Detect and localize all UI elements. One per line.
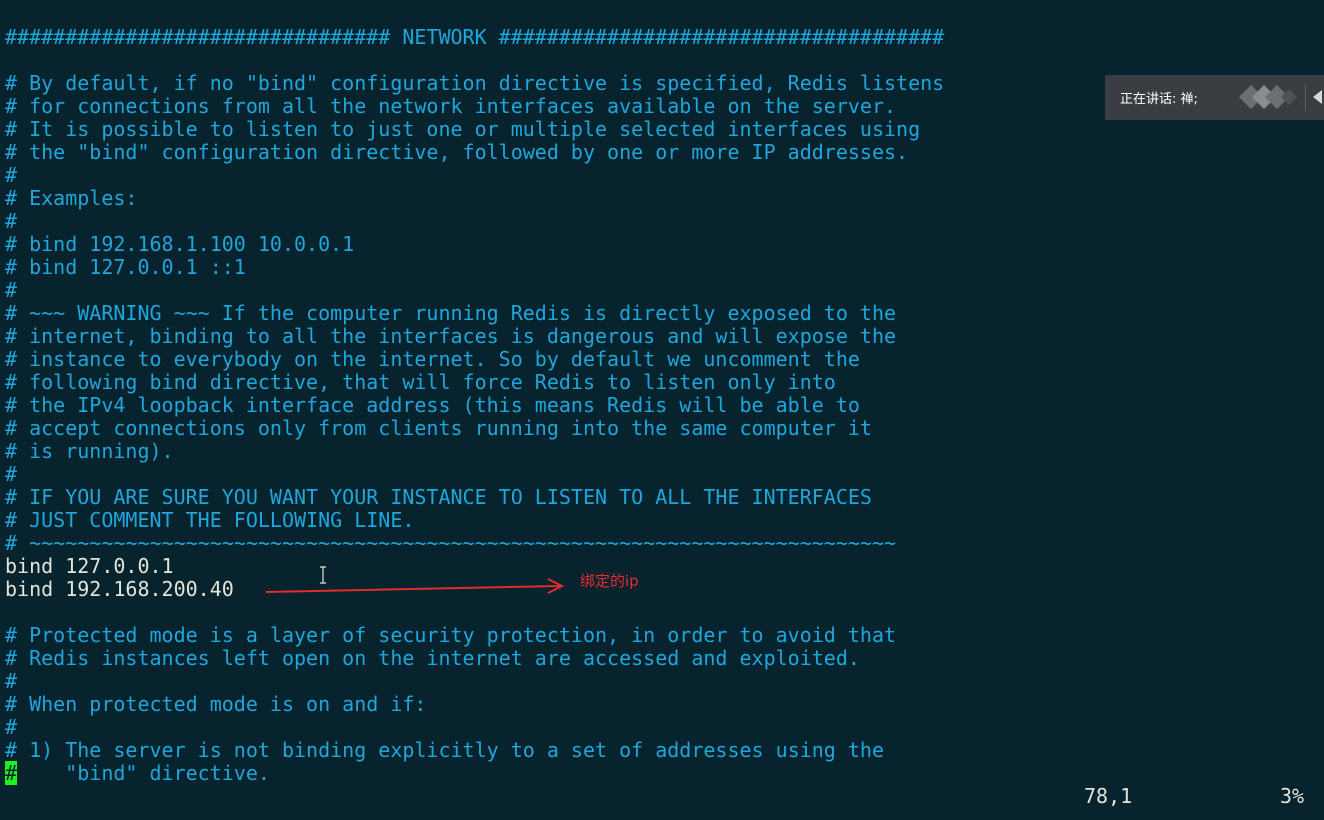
editor-line: # "bind" directive. (5, 761, 1095, 785)
editor-line: # JUST COMMENT THE FOLLOWING LINE. (5, 508, 415, 532)
editor-line: # 1) The server is not binding explicitl… (5, 738, 884, 762)
editor-line: # (5, 715, 18, 739)
editor-line: # (5, 462, 18, 486)
i-beam-cursor-icon (320, 566, 326, 584)
panel-divider (1305, 84, 1306, 111)
editor-line: # ~~~~~~~~~~~~~~~~~~~~~~~~~~~~~~~~~~~~~~… (5, 531, 897, 555)
cursor-position-indicator: 78,1 (1084, 784, 1133, 808)
editor-line: # the IPv4 loopback interface address (t… (5, 393, 860, 417)
voice-chat-speaking-panel: 正在讲话: 禅; (1105, 75, 1324, 120)
annotation-label: 绑定的ip (580, 572, 639, 590)
collapse-arrow-icon[interactable] (1310, 88, 1324, 106)
editor-line: # When protected mode is on and if: (5, 692, 427, 716)
editor-line: # (5, 163, 18, 187)
editor-line: # for connections from all the network i… (5, 94, 897, 118)
editor-line: # Protected mode is a layer of security … (5, 623, 897, 647)
red-arrow-annotation (265, 578, 565, 594)
editor-line: # Examples: (5, 186, 138, 210)
editor-line-text: "bind" directive. (17, 761, 270, 785)
editor-line: # instance to everybody on the internet.… (5, 347, 860, 371)
terminal-window[interactable]: ################################ NETWORK… (0, 0, 1324, 820)
editor-line: # IF YOU ARE SURE YOU WANT YOUR INSTANCE… (5, 485, 872, 509)
editor-line: # Redis instances left open on the inter… (5, 646, 860, 670)
editor-line: # bind 192.168.1.100 10.0.0.1 (5, 232, 355, 256)
block-cursor: # (5, 761, 18, 785)
editor-line: # the "bind" configuration directive, fo… (5, 140, 909, 164)
editor-line: # It is possible to listen to just one o… (5, 117, 921, 141)
vim-editor-buffer[interactable]: ################################ NETWORK… (5, 26, 1095, 785)
editor-line: # accept connections only from clients r… (5, 416, 872, 440)
editor-line: # (5, 669, 18, 693)
editor-line: # following bind directive, that will fo… (5, 370, 836, 394)
editor-line: # (5, 209, 18, 233)
editor-line: # By default, if no "bind" configuration… (5, 71, 945, 95)
scroll-percent-indicator: 3% (1280, 784, 1305, 808)
editor-line: # ~~~ WARNING ~~~ If the computer runnin… (5, 301, 897, 325)
editor-line: # internet, binding to all the interface… (5, 324, 897, 348)
diamond-logo-icon (1239, 85, 1297, 109)
editor-line: # bind 127.0.0.1 ::1 (5, 255, 246, 279)
editor-line: # is running). (5, 439, 174, 463)
editor-line: # (5, 278, 18, 302)
editor-line: ################################ NETWORK… (5, 25, 945, 49)
speaking-status-text: 正在讲话: 禅; (1120, 92, 1198, 107)
